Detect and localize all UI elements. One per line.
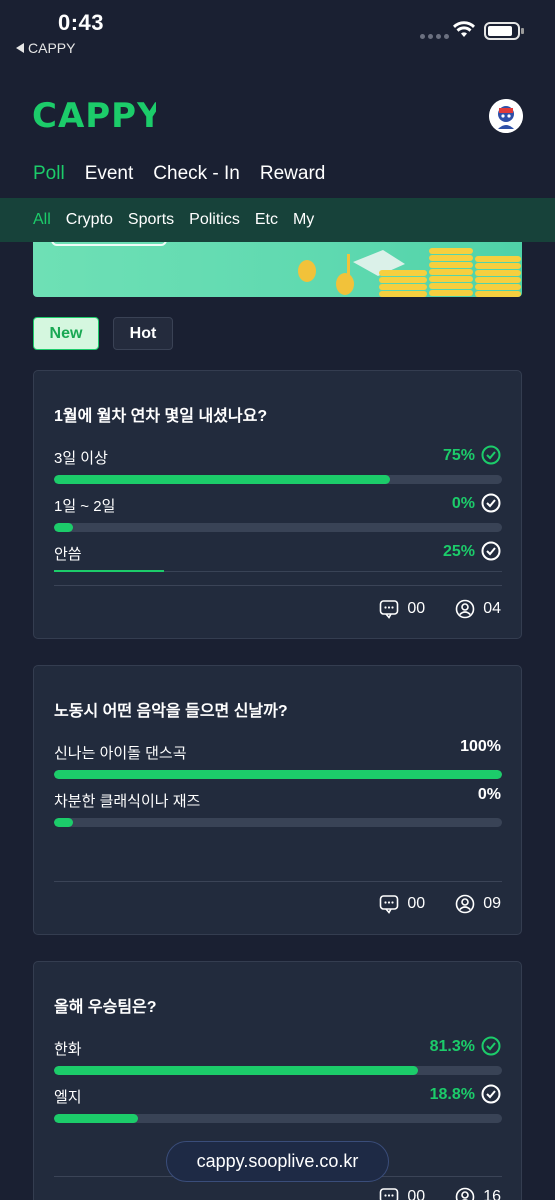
poll-option-label[interactable]: 신나는 아이돌 댄스곡 <box>54 742 187 763</box>
battery-icon <box>484 22 524 40</box>
poll-option-percent: 81.3% <box>429 1038 475 1055</box>
poll-title: 올해 우승팀은? <box>54 999 157 1016</box>
poll-progress-fill <box>54 1114 139 1123</box>
poll-progress-bar <box>54 1114 502 1123</box>
category-my[interactable]: My <box>293 211 314 229</box>
card-divider <box>54 585 502 586</box>
poll-progress-fill <box>54 818 73 827</box>
category-all[interactable]: All <box>33 211 51 229</box>
user-icon <box>455 599 475 619</box>
poll-progress-bar <box>54 475 502 484</box>
tab-poll[interactable]: Poll <box>33 163 65 185</box>
poll-progress-bar <box>54 570 502 572</box>
wifi-icon <box>453 21 475 37</box>
logo-text: CAPPY <box>32 97 156 131</box>
poll-option-label[interactable]: 차분한 클래식이나 재즈 <box>54 790 200 811</box>
poll-progress-fill <box>54 570 164 572</box>
poll-meta: 00 16 <box>379 1187 501 1200</box>
poll-option-percent: 25% <box>442 543 475 560</box>
status-time: 0:43 <box>58 10 105 35</box>
poll-title: 1월에 월차 연차 몇일 내셨나요? <box>54 408 268 425</box>
poll-progress-bar <box>54 1066 502 1075</box>
tab-reward[interactable]: Reward <box>260 163 325 185</box>
signal-icon <box>420 34 449 39</box>
poll-card[interactable]: 1월에 월차 연차 몇일 내셨나요? 3일 이상 75% 1일 ~ 2일 0% … <box>33 370 522 639</box>
comment-count: 00 <box>407 895 426 912</box>
poll-option-percent: 100% <box>460 738 501 755</box>
comment-count: 00 <box>407 600 426 617</box>
poll-option-label[interactable]: 1일 ~ 2일 <box>54 495 115 516</box>
back-to-app-button[interactable]: CAPPY <box>16 40 75 56</box>
main-nav: Poll Event Check - In Reward <box>33 163 325 185</box>
poll-card[interactable]: 노동시 어떤 음악을 들으면 신날까? 신나는 아이돌 댄스곡 100% 차분한… <box>33 665 522 935</box>
comment-icon[interactable] <box>379 894 399 914</box>
card-divider <box>54 881 502 882</box>
poll-meta: 00 04 <box>379 599 501 619</box>
cappy-logo-icon: CAPPY <box>32 96 162 136</box>
avatar[interactable] <box>489 99 523 133</box>
poll-option-label[interactable]: 3일 이상 <box>54 447 108 468</box>
tab-event[interactable]: Event <box>85 163 134 185</box>
poll-option-percent: 0% <box>477 786 501 803</box>
poll-progress-fill <box>54 523 73 532</box>
poll-progress-fill <box>54 1066 419 1075</box>
comment-icon[interactable] <box>379 599 399 619</box>
sort-toggle: New Hot <box>33 317 173 350</box>
participant-count: 04 <box>483 600 501 617</box>
poll-option-label[interactable]: 엘지 <box>54 1086 82 1107</box>
poll-progress-fill <box>54 475 390 484</box>
poll-title: 노동시 어떤 음악을 들으면 신날까? <box>54 703 288 720</box>
status-bar: 0:43 CAPPY <box>0 0 555 62</box>
check-circle-icon[interactable] <box>481 1084 501 1104</box>
poll-option-percent: 18.8% <box>429 1086 475 1103</box>
poll-progress-fill <box>54 770 502 779</box>
coins-illustration <box>298 248 521 297</box>
tab-check-in[interactable]: Check - In <box>153 163 240 185</box>
poll-progress-bar <box>54 770 502 779</box>
poll-progress-bar <box>54 523 502 532</box>
sort-new-button[interactable]: New <box>33 317 99 350</box>
category-politics[interactable]: Politics <box>189 211 240 229</box>
promo-banner[interactable] <box>33 242 522 297</box>
user-icon <box>455 894 475 914</box>
check-circle-icon[interactable] <box>481 493 501 513</box>
poll-progress-bar <box>54 818 502 827</box>
sort-hot-button[interactable]: Hot <box>113 317 173 350</box>
poll-option-label[interactable]: 한화 <box>54 1038 82 1059</box>
category-etc[interactable]: Etc <box>255 211 278 229</box>
comment-count: 00 <box>407 1188 426 1200</box>
cappy-logo[interactable]: CAPPY <box>32 96 162 140</box>
category-sports[interactable]: Sports <box>128 211 174 229</box>
participant-count: 09 <box>483 895 501 912</box>
category-crypto[interactable]: Crypto <box>66 211 113 229</box>
check-circle-icon[interactable] <box>481 541 501 561</box>
comment-icon[interactable] <box>379 1187 399 1200</box>
poll-option-percent: 0% <box>451 495 475 512</box>
back-app-label: CAPPY <box>28 40 76 56</box>
check-circle-icon[interactable] <box>481 445 501 465</box>
poll-option-label[interactable]: 안씀 <box>54 543 82 564</box>
avatar-icon <box>489 99 523 133</box>
poll-meta: 00 09 <box>379 894 501 914</box>
back-triangle-icon <box>16 43 24 53</box>
check-circle-icon[interactable] <box>481 1036 501 1056</box>
url-bar[interactable]: cappy.sooplive.co.kr <box>166 1141 389 1182</box>
category-nav: All Crypto Sports Politics Etc My <box>0 198 555 242</box>
poll-option-percent: 75% <box>442 447 475 464</box>
participant-count: 16 <box>483 1188 501 1200</box>
user-icon <box>455 1187 475 1200</box>
